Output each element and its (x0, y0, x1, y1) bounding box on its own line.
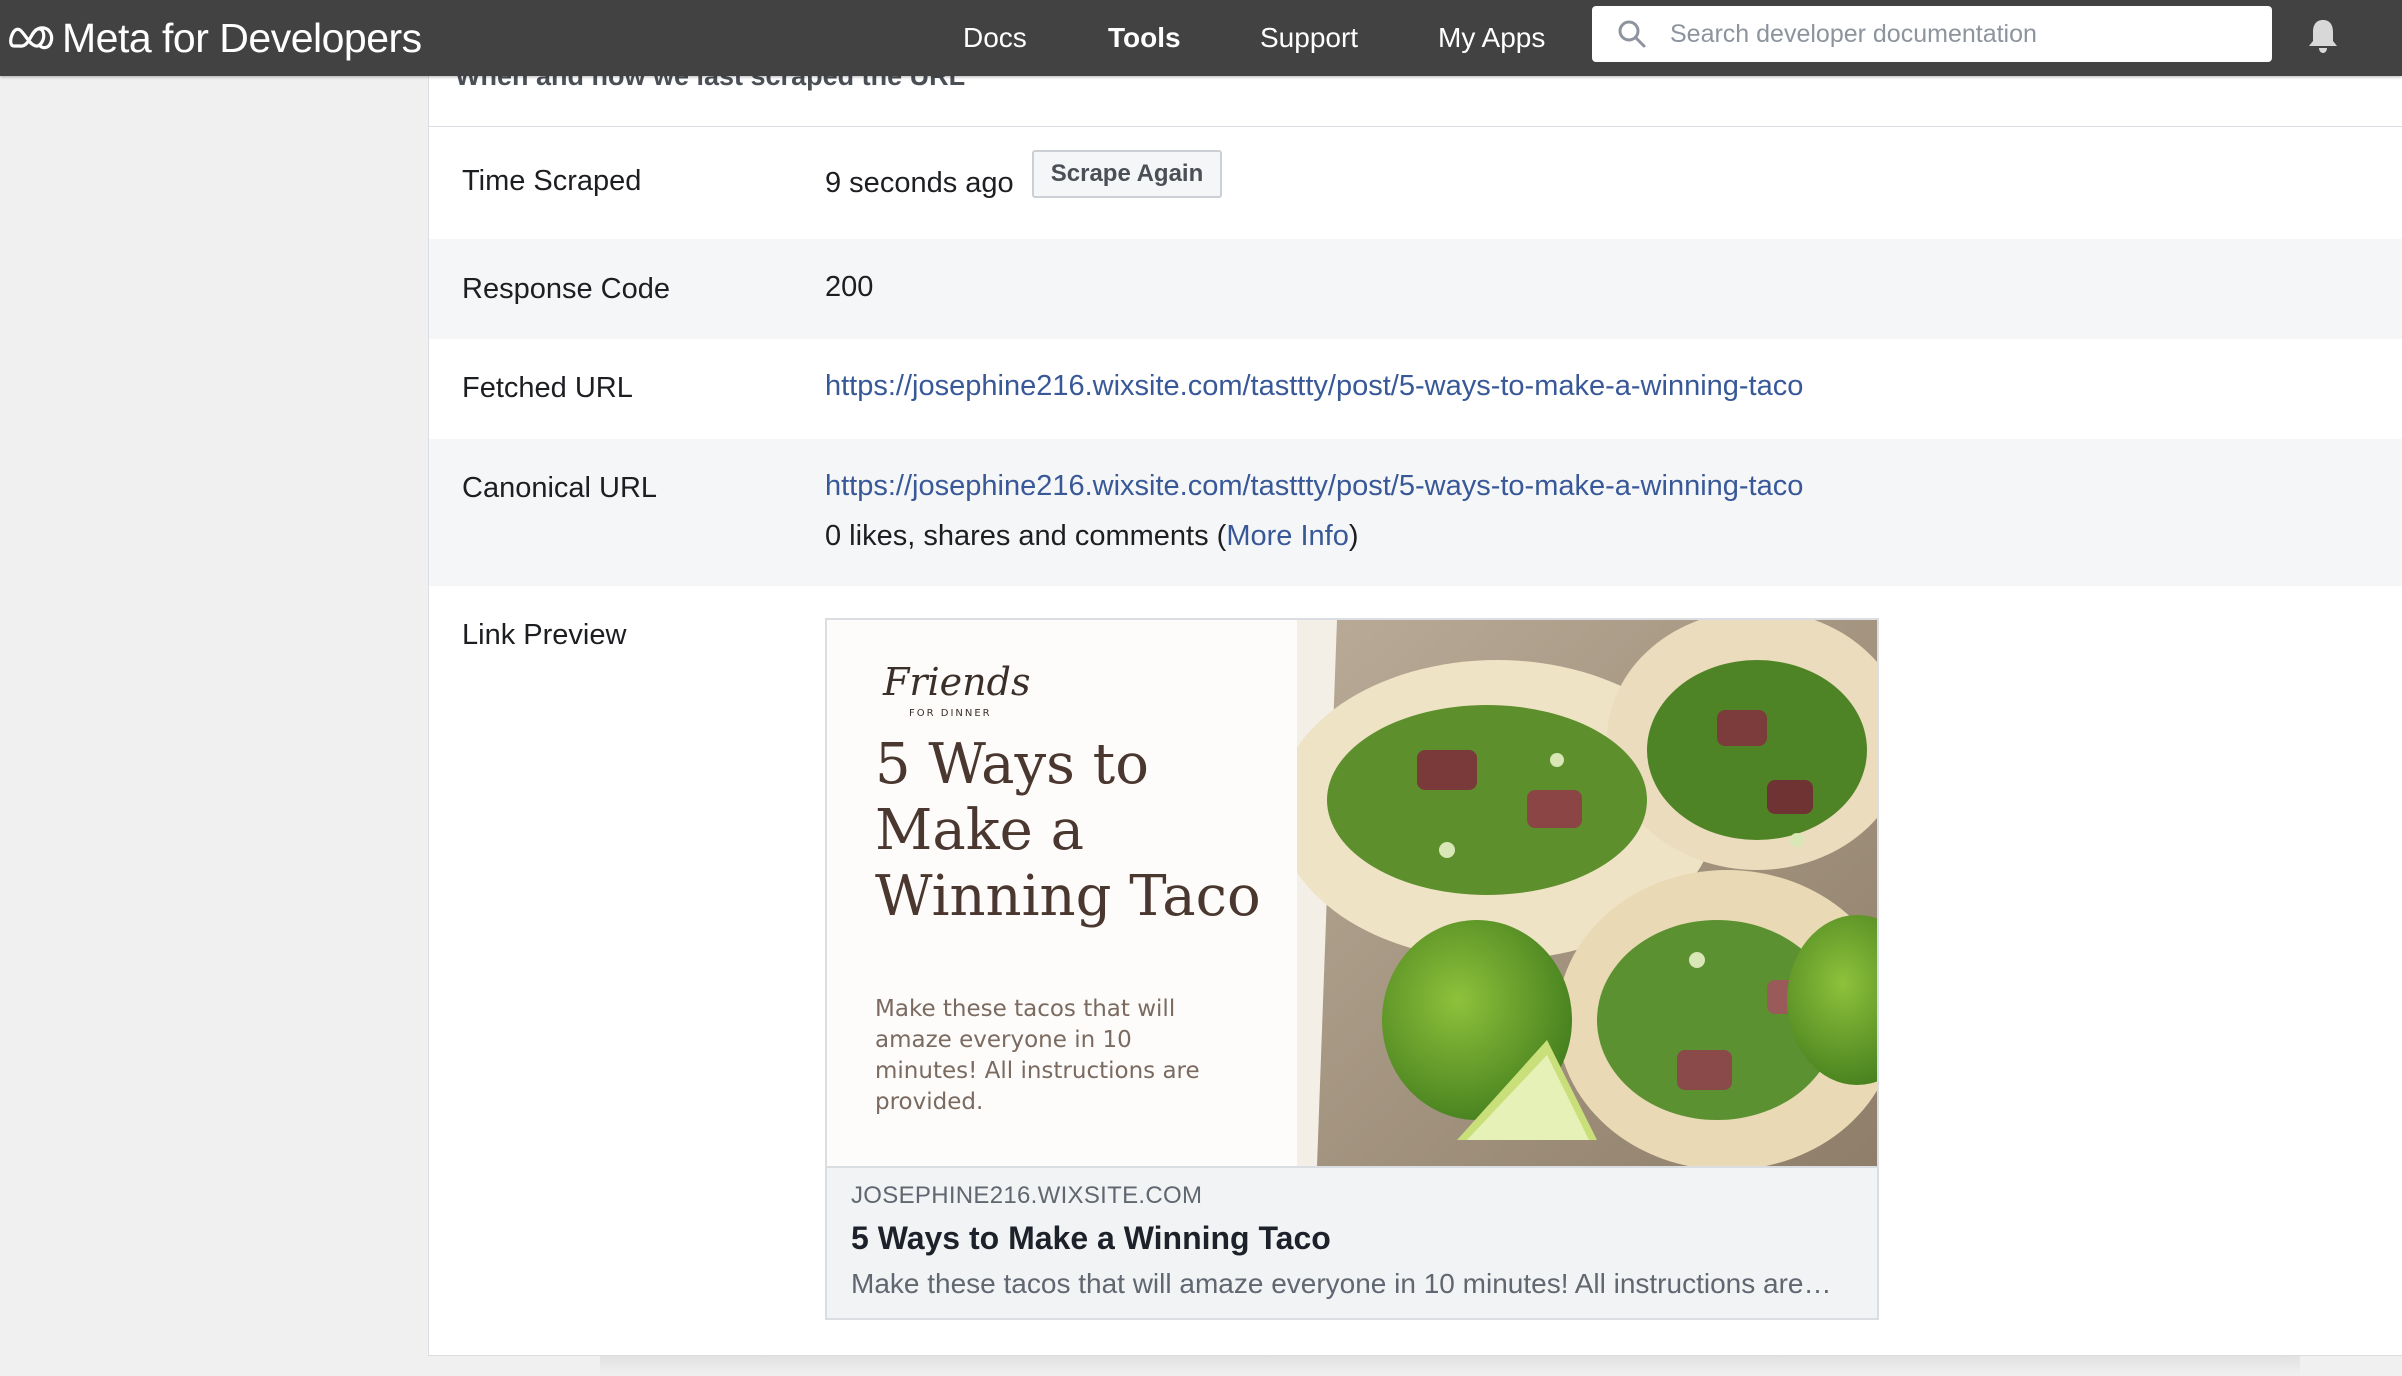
taco-photo (1297, 620, 1877, 1166)
response-code-value: 200 (825, 271, 874, 303)
row-fetched-url: Fetched URL https://josephine216.wixsite… (429, 339, 2402, 439)
search-icon (1618, 20, 1646, 48)
preview-image-text-panel: Friends FOR DINNER 5 Ways to Make a Winn… (827, 620, 1297, 1166)
bottom-shadow (600, 1356, 2300, 1376)
search-input[interactable] (1668, 18, 2248, 50)
preview-image-brand-sub: FOR DINNER (909, 708, 992, 719)
time-scraped-value: 9 seconds ago (825, 167, 1014, 199)
sharing-debugger-panel: When and how we last scraped the URL Tim… (428, 60, 2402, 1356)
preview-image-brand: Friends (883, 660, 1031, 704)
link-preview-card[interactable]: Friends FOR DINNER 5 Ways to Make a Winn… (825, 618, 1879, 1320)
row-canonical-url: Canonical URL https://josephine216.wixsi… (429, 439, 2402, 586)
fetched-url-label: Fetched URL (462, 372, 633, 404)
row-time-scraped: Time Scraped 9 seconds ago Scrape Again (429, 127, 2402, 239)
preview-description: Make these tacos that will amaze everyon… (851, 1268, 1832, 1299)
nav-my-apps[interactable]: My Apps (1438, 17, 1545, 59)
canonical-url-label: Canonical URL (462, 472, 658, 504)
row-response-code: Response Code 200 (429, 239, 2402, 339)
preview-image-heading: 5 Ways to Make a Winning Taco (875, 732, 1261, 929)
bell-icon[interactable] (2303, 16, 2343, 56)
preview-domain: JOSEPHINE216.WIXSITE.COM (851, 1182, 1203, 1209)
nav-tools[interactable]: Tools (1108, 17, 1181, 59)
scrape-again-button[interactable]: Scrape Again (1032, 150, 1222, 198)
brand-name: Meta for Developers (62, 14, 422, 61)
preview-image: Friends FOR DINNER 5 Ways to Make a Winn… (827, 620, 1877, 1166)
brand-link[interactable]: Meta for Developers (8, 10, 422, 66)
sidebar (0, 76, 428, 1376)
canonical-url-link[interactable]: https://josephine216.wixsite.com/tasttty… (825, 470, 1803, 503)
more-info-link[interactable]: More Info (1226, 520, 1349, 552)
engagement-text: 0 likes, shares and comments (More Info) (825, 520, 1359, 553)
search-box[interactable] (1592, 6, 2272, 62)
engagement-prefix: 0 likes, shares and comments ( (825, 520, 1227, 552)
nav-docs[interactable]: Docs (963, 17, 1027, 59)
preview-image-subtext: Make these tacos that will amaze everyon… (875, 996, 1200, 1115)
response-code-label: Response Code (462, 273, 670, 305)
time-scraped-label: Time Scraped (462, 165, 642, 197)
engagement-suffix: ) (1348, 520, 1359, 552)
preview-title[interactable]: 5 Ways to Make a Winning Taco (851, 1220, 1331, 1257)
fetched-url-link[interactable]: https://josephine216.wixsite.com/tasttty… (825, 370, 1803, 403)
top-nav: Meta for Developers Docs Tools Support M… (0, 0, 2402, 76)
preview-meta: JOSEPHINE216.WIXSITE.COM 5 Ways to Make … (827, 1166, 1877, 1318)
link-preview-label: Link Preview (462, 619, 627, 651)
meta-logo-icon (9, 26, 54, 50)
nav-support[interactable]: Support (1260, 17, 1358, 59)
